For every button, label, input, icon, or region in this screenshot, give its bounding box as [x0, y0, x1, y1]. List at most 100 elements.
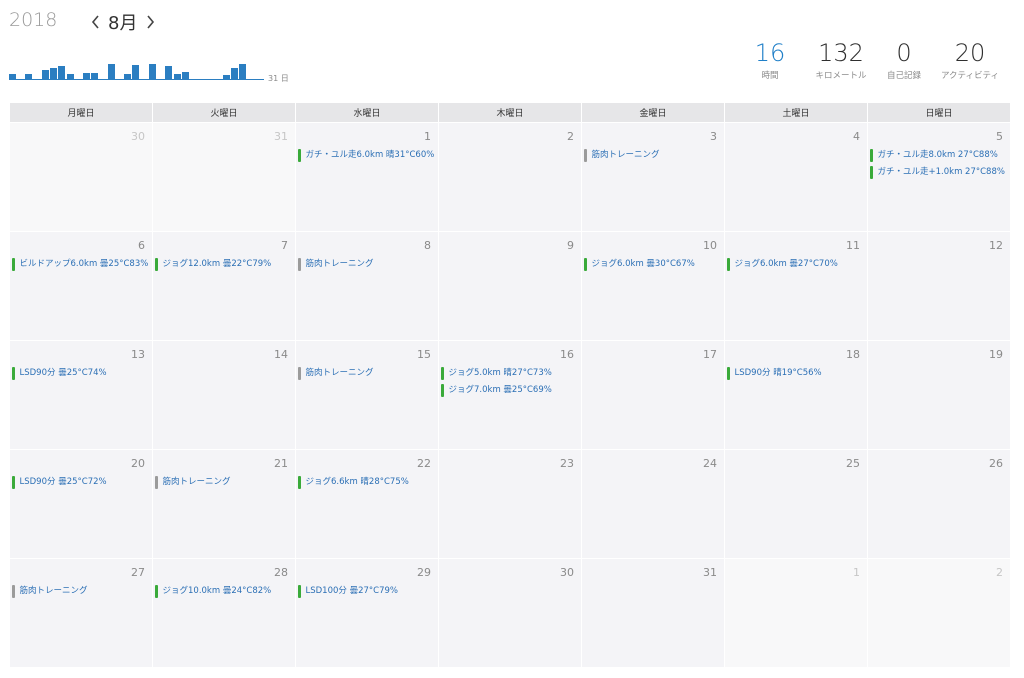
sparkline-bar — [25, 73, 33, 79]
activity-event[interactable]: ガチ・ユル走+1.0km 27°C88% — [870, 166, 1007, 179]
day-cell[interactable]: 25 — [725, 450, 867, 558]
day-number: 25 — [846, 457, 860, 470]
day-cell[interactable]: 28 ジョグ10.0km 曇24°C82% — [153, 559, 295, 667]
day-cell[interactable]: 31 — [153, 123, 295, 231]
day-cell[interactable]: 2 — [868, 559, 1010, 667]
activity-event[interactable]: ジョグ5.0km 晴27°C73% — [441, 367, 578, 380]
day-number: 9 — [567, 239, 574, 252]
activity-event[interactable]: 筋肉トレーニング — [12, 585, 149, 598]
day-cell[interactable]: 31 — [582, 559, 724, 667]
prev-month-button[interactable] — [86, 11, 104, 33]
activity-event[interactable]: ジョグ6.6km 晴28°C75% — [298, 476, 435, 489]
day-cell[interactable]: 16 ジョグ5.0km 晴27°C73% ジョグ7.0km 曇25°C69% — [439, 341, 581, 449]
day-cell[interactable]: 1 — [725, 559, 867, 667]
day-cell[interactable]: 14 — [153, 341, 295, 449]
day-number: 18 — [846, 348, 860, 361]
activity-event[interactable]: LSD90分 晴19°C56% — [727, 367, 864, 380]
day-cell[interactable]: 23 — [439, 450, 581, 558]
day-number: 28 — [274, 566, 288, 579]
day-cell[interactable]: 27 筋肉トレーニング — [10, 559, 152, 667]
activity-event[interactable]: ジョグ6.0km 曇27°C70% — [727, 258, 864, 271]
next-month-button[interactable] — [141, 11, 159, 33]
monthly-stats: 16 時間 132 キロメートル 0 自己記録 20 アクティビティ — [748, 40, 1024, 81]
day-cell[interactable]: 26 — [868, 450, 1010, 558]
day-number: 23 — [560, 457, 574, 470]
month-label: 8月 — [108, 13, 138, 34]
day-number: 11 — [846, 239, 860, 252]
day-cell[interactable]: 6 ビルドアップ6.0km 曇25°C83% — [10, 232, 152, 340]
day-cell[interactable]: 2 — [439, 123, 581, 231]
activity-event[interactable]: ジョグ7.0km 曇25°C69% — [441, 384, 578, 397]
activity-event[interactable]: ガチ・ユル走8.0km 27°C88% — [870, 149, 1007, 162]
stat-value: 0 — [896, 39, 912, 67]
weekday-label: 日曜日 — [868, 103, 1010, 122]
calendar: 月曜日 火曜日 水曜日 木曜日 金曜日 土曜日 日曜日 30 31 1 ガチ・ユル走6.0km 晴… — [10, 103, 1010, 667]
day-cell[interactable]: 13 LSD90分 曇25°C74% — [10, 341, 152, 449]
weekday-label: 水曜日 — [296, 103, 438, 122]
day-number: 3 — [710, 130, 717, 143]
activity-event[interactable]: ガチ・ユル走6.0km 晴31°C60% — [298, 149, 435, 162]
day-cell[interactable]: 20 LSD90分 曇25°C72% — [10, 450, 152, 558]
day-number: 27 — [131, 566, 145, 579]
activity-event[interactable]: ジョグ10.0km 曇24°C82% — [155, 585, 292, 598]
day-cell[interactable]: 17 — [582, 341, 724, 449]
day-cell[interactable]: 29 LSD100分 曇27°C79% — [296, 559, 438, 667]
stat-2: 0 自己記録 — [884, 40, 924, 81]
day-cell[interactable]: 18 LSD90分 晴19°C56% — [725, 341, 867, 449]
sparkline-bar — [132, 64, 140, 79]
sparkline-bar — [41, 70, 49, 79]
sparkline-end-label: 31 日 — [268, 74, 289, 83]
activity-event[interactable]: 筋肉トレーニング — [155, 476, 292, 489]
day-cell[interactable]: 11 ジョグ6.0km 曇27°C70% — [725, 232, 867, 340]
activity-event[interactable]: ジョグ6.0km 曇30°C67% — [584, 258, 721, 271]
day-number: 31 — [274, 130, 288, 143]
activity-label: 筋肉トレーニング — [305, 259, 374, 269]
activity-event[interactable]: ビルドアップ6.0km 曇25°C83% — [12, 258, 149, 271]
day-cell[interactable]: 19 — [868, 341, 1010, 449]
sparkline-bar — [66, 73, 74, 79]
activity-event[interactable]: 筋肉トレーニング — [298, 367, 435, 380]
day-cell[interactable]: 15 筋肉トレーニング — [296, 341, 438, 449]
day-cell[interactable]: 10 ジョグ6.0km 曇30°C67% — [582, 232, 724, 340]
activity-event[interactable]: LSD90分 曇25°C72% — [12, 476, 149, 489]
activity-event[interactable]: LSD90分 曇25°C74% — [12, 367, 149, 380]
stat-1: 132 キロメートル — [810, 40, 872, 81]
day-cell[interactable]: 1 ガチ・ユル走6.0km 晴31°C60% — [296, 123, 438, 231]
day-cell[interactable]: 7 ジョグ12.0km 曇22°C79% — [153, 232, 295, 340]
day-cell[interactable]: 21 筋肉トレーニング — [153, 450, 295, 558]
activity-label: ビルドアップ6.0km 曇25°C83% — [19, 259, 149, 269]
sparkline-bar — [165, 65, 173, 79]
activity-label: ジョグ12.0km 曇22°C79% — [162, 259, 272, 269]
day-cell[interactable]: 8 筋肉トレーニング — [296, 232, 438, 340]
day-cell[interactable]: 3 筋肉トレーニング — [582, 123, 724, 231]
sparkline-bar — [148, 63, 156, 79]
day-cell[interactable]: 4 — [725, 123, 867, 231]
day-cell[interactable]: 30 — [439, 559, 581, 667]
activity-label: LSD90分 曇25°C72% — [19, 477, 107, 487]
activity-event[interactable]: 筋肉トレーニング — [584, 149, 721, 162]
stat-label: アクティビティ — [940, 71, 1000, 81]
day-number: 8 — [424, 239, 431, 252]
day-cell[interactable]: 5 ガチ・ユル走8.0km 27°C88% ガチ・ユル走+1.0km 27°C88% — [868, 123, 1010, 231]
activity-label: ジョグ5.0km 晴27°C73% — [448, 368, 552, 378]
stat-3: 20 アクティビティ — [936, 40, 1004, 81]
day-cell[interactable]: 12 — [868, 232, 1010, 340]
activity-label: LSD90分 晴19°C56% — [734, 368, 822, 378]
day-cell[interactable]: 22 ジョグ6.6km 晴28°C75% — [296, 450, 438, 558]
sparkline-bar — [50, 68, 58, 79]
weekday-label: 木曜日 — [439, 103, 581, 122]
day-cell[interactable]: 24 — [582, 450, 724, 558]
day-cell[interactable]: 9 — [439, 232, 581, 340]
activity-event[interactable]: 筋肉トレーニング — [298, 258, 435, 271]
day-cell[interactable]: 30 — [10, 123, 152, 231]
activity-label: ジョグ6.0km 曇27°C70% — [734, 259, 838, 269]
activity-event[interactable]: ジョグ12.0km 曇22°C79% — [155, 258, 292, 271]
stat-value: 132 — [818, 39, 864, 67]
day-number: 24 — [703, 457, 717, 470]
day-number: 1 — [853, 566, 860, 579]
activity-event[interactable]: LSD100分 曇27°C79% — [298, 585, 435, 598]
sparkline-bar — [124, 73, 132, 79]
day-number: 16 — [560, 348, 574, 361]
stat-label: 自己記録 — [886, 71, 921, 81]
day-number: 29 — [417, 566, 431, 579]
